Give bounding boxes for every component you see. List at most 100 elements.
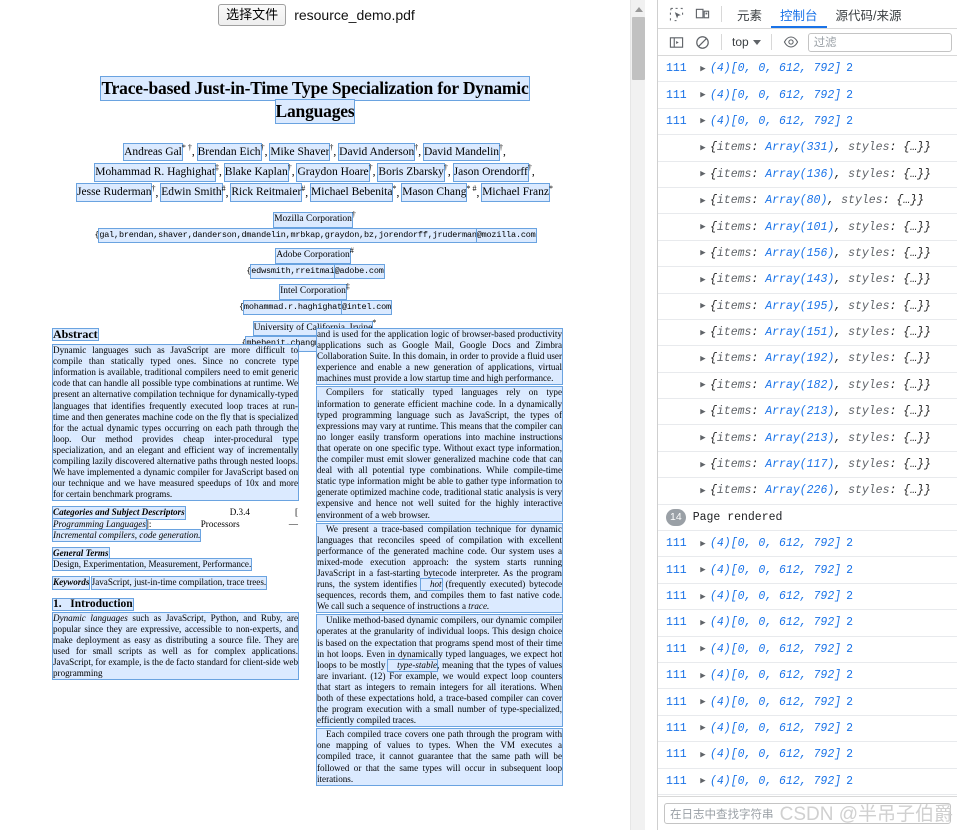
expand-triangle-icon[interactable]: ▶ [696,565,710,575]
expand-triangle-icon[interactable]: ▶ [696,354,710,364]
log-repeat-count: 111 [666,563,687,577]
console-row-object[interactable]: 000▶{items: Array(136), styles: {…}} [658,162,957,188]
expand-triangle-icon[interactable]: ▶ [696,723,710,733]
expand-triangle-icon[interactable]: ▶ [696,248,710,258]
expand-triangle-icon[interactable]: ▶ [696,222,710,232]
inspect-element-icon[interactable] [663,1,689,27]
console-row-array[interactable]: 111 ▶ (4) [0, 0, 612, 792] 2 [658,689,957,716]
object-preview: {items: Array(101), styles: {…}} [710,220,931,234]
pdf-scrollbar-thumb[interactable] [632,17,645,80]
console-row-array[interactable]: 111 ▶ (4) [0, 0, 612, 792] 2 [658,637,957,663]
expand-triangle-icon[interactable]: ▶ [696,644,710,654]
console-row-object[interactable]: 000▶{items: Array(331), styles: {…}} [658,135,957,162]
array-value: [0, 0, 612, 792] [730,721,842,735]
expand-triangle-icon[interactable]: ▶ [696,143,710,153]
author-sup: † [499,143,504,152]
console-row-array[interactable]: 111 ▶ (4) [0, 0, 612, 792] 2 [658,557,957,584]
object-preview: {items: Array(80), styles: {…}} [710,194,925,208]
console-row-object[interactable]: 000▶{items: Array(192), styles: {…}} [658,346,957,373]
console-row-object[interactable]: 000▶{items: Array(143), styles: {…}} [658,267,957,294]
live-expression-eye-icon[interactable] [778,29,804,55]
array-length: (4) [710,774,731,788]
expand-triangle-icon[interactable]: ▶ [696,776,710,786]
right-column: and is used for the application logic of… [316,327,563,788]
expand-triangle-icon[interactable]: ▶ [696,380,710,390]
expand-triangle-icon[interactable]: ▶ [696,539,710,549]
expand-triangle-icon[interactable]: ▶ [696,486,710,496]
array-value: [0, 0, 612, 792] [730,642,842,656]
intro-paragraph: Dynamic languages such as JavaScript, Py… [52,611,299,681]
expand-triangle-icon[interactable]: ▶ [696,169,710,179]
array-value: [0, 0, 612, 792] [730,88,842,102]
console-row-object[interactable]: 000▶{items: Array(213), styles: {…}} [658,399,957,426]
console-row-array[interactable]: 111 ▶ (4) [0, 0, 612, 792] 2 [658,584,957,611]
tab-console[interactable]: 控制台 [771,0,827,28]
author-name: Mason Chang [401,183,468,202]
log-extra-value: 2 [846,114,854,128]
expand-triangle-icon[interactable]: ▶ [696,275,710,285]
expand-triangle-icon[interactable]: ▶ [696,196,710,206]
log-extra-value: 2 [846,748,854,762]
console-row-object[interactable]: 000▶{items: Array(156), styles: {…}} [658,241,957,268]
log-repeat-count: 111 [666,537,687,551]
console-row-array[interactable]: 111 ▶ (4) [0, 0, 612, 792] 2 [658,769,957,795]
log-repeat-count: 000 [666,141,696,154]
console-row-object[interactable]: 000▶{items: Array(151), styles: {…}} [658,320,957,347]
console-row-object[interactable]: 000▶{items: Array(101), styles: {…}} [658,214,957,241]
console-row-array[interactable]: 111 ▶ (4) [0, 0, 612, 792] 2 [658,109,957,136]
scroll-up-arrow-icon[interactable] [631,2,646,16]
intro-heading-number: 1. [53,597,62,610]
author-sup: * † [181,143,192,152]
tab-sources[interactable]: 源代码/来源 [827,0,911,28]
expand-triangle-icon[interactable]: ▶ [696,750,710,760]
console-search-input[interactable]: 在日志中查找字符串 [664,803,951,824]
log-repeat-count: 111 [666,748,687,762]
choose-file-button[interactable]: 选择文件 [218,4,287,26]
expand-triangle-icon[interactable]: ▶ [696,116,710,126]
pdf-scrollbar[interactable] [630,0,645,830]
console-row-object[interactable]: 000▶{items: Array(226), styles: {…}} [658,478,957,505]
paper-title-line-2: Languages [274,99,356,124]
tab-elements[interactable]: 元素 [728,0,771,28]
keywords-text: JavaScript, just-in-time compilation, tr… [90,576,268,590]
device-toolbar-icon[interactable] [689,1,715,27]
console-row-array[interactable]: 111 ▶ (4) [0, 0, 612, 792] 2 [658,716,957,743]
console-row-array[interactable]: 111 ▶ (4) [0, 0, 612, 792] 2 [658,531,957,558]
console-log-list[interactable]: 111 ▶ (4) [0, 0, 612, 792] 2 111 ▶ (4) [0, 0, … [658,56,957,796]
console-row-object[interactable]: 000▶{items: Array(195), styles: {…}} [658,294,957,320]
console-row-array[interactable]: 111 ▶ (4) [0, 0, 612, 792] 2 [658,610,957,637]
filter-input[interactable]: 过滤 [807,32,952,52]
affiliation-sup: † [351,209,356,219]
expand-triangle-icon[interactable]: ▶ [696,328,710,338]
console-row-array[interactable]: 111 ▶ (4) [0, 0, 612, 792] 2 [658,742,957,769]
expand-triangle-icon[interactable]: ▶ [696,697,710,707]
console-row-object[interactable]: 000▶{items: Array(213), styles: {…}} [658,425,957,452]
clear-console-icon[interactable] [689,29,715,55]
console-row-object[interactable]: 000▶{items: Array(182), styles: {…}} [658,373,957,400]
expand-triangle-icon[interactable]: ▶ [696,460,710,470]
author-name: Brendan Eich [196,142,262,162]
console-row-object[interactable]: 000▶{items: Array(117), styles: {…}} [658,452,957,479]
author-sup: † [151,183,156,193]
expand-triangle-icon[interactable]: ▶ [696,64,710,74]
expand-triangle-icon[interactable]: ▶ [696,433,710,443]
expand-triangle-icon[interactable]: ▶ [696,407,710,417]
author-name: Boris Zbarsky [377,163,445,182]
author-name: David Anderson [338,142,416,162]
affiliation-org-row: Adobe Corporation# [0,244,630,264]
expand-triangle-icon[interactable]: ▶ [696,301,710,311]
expand-triangle-icon[interactable]: ▶ [696,618,710,628]
console-row-array[interactable]: 111 ▶ (4) [0, 0, 612, 792] 2 [658,56,957,83]
console-row-array[interactable]: 111 ▶ (4) [0, 0, 612, 792] 2 [658,663,957,690]
expand-triangle-icon[interactable]: ▶ [696,592,710,602]
expand-triangle-icon[interactable]: ▶ [696,671,710,681]
console-sidebar-icon[interactable] [663,29,689,55]
console-row-object[interactable]: 000▶{items: Array(80), styles: {…}} [658,188,957,215]
console-row-array[interactable]: 111 ▶ (4) [0, 0, 612, 792] 2 [658,82,957,109]
console-row-message[interactable]: 14 Page rendered [658,505,957,532]
app-root: 选择文件 resource_demo.pdf Trace-based Just-… [0,0,957,830]
context-selector[interactable]: top [728,35,765,49]
affiliation-org-row: Intel Corporation‡ [0,280,630,300]
expand-triangle-icon[interactable]: ▶ [696,90,710,100]
log-repeat-count: 111 [666,62,687,76]
